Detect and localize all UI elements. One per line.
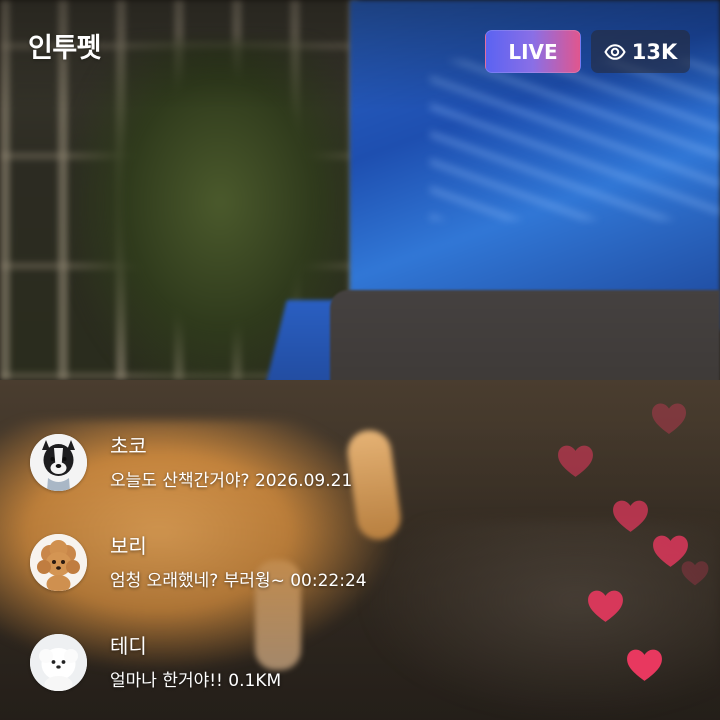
eye-icon (604, 43, 626, 60)
border-collie-avatar (30, 434, 87, 491)
heart-icon (680, 560, 710, 587)
brand-logo: 인투펫 (28, 33, 102, 64)
comment-message: 얼마나 한거야!! 0.1KM (110, 671, 282, 691)
comment-message: 오늘도 산책간거야? 2026.09.21 (110, 471, 353, 491)
comment-author: 초코 (110, 434, 147, 458)
live-badge: LIVE (485, 30, 581, 73)
comment-author: 보리 (110, 534, 147, 558)
viewer-count: 13K (631, 39, 678, 64)
heart-icon (650, 402, 688, 436)
comment-item: 보리 엄청 오래했네? 부러웡~ 00:22:24 (30, 530, 490, 592)
comment-item: 테디 얼마나 한거야!! 0.1KM (30, 630, 490, 692)
white-fluffy-dog-avatar (30, 634, 87, 691)
comment-message: 엄청 오래했네? 부러웡~ 00:22:24 (110, 571, 367, 591)
viewer-count-badge: 13K (591, 30, 690, 73)
comment-author: 테디 (110, 634, 147, 658)
heart-icon (625, 648, 664, 683)
live-label: LIVE (508, 39, 558, 64)
heart-icon (586, 589, 625, 624)
comment-item: 초코 오늘도 산책간거야? 2026.09.21 (30, 430, 490, 492)
heart-icon (611, 499, 650, 534)
heart-icon (556, 444, 595, 479)
live-stream-screen: 인투펫 LIVE 13K 초코 오늘도 산책간거야? 2026.09.21 보리… (0, 0, 720, 720)
poodle-avatar (30, 534, 87, 591)
